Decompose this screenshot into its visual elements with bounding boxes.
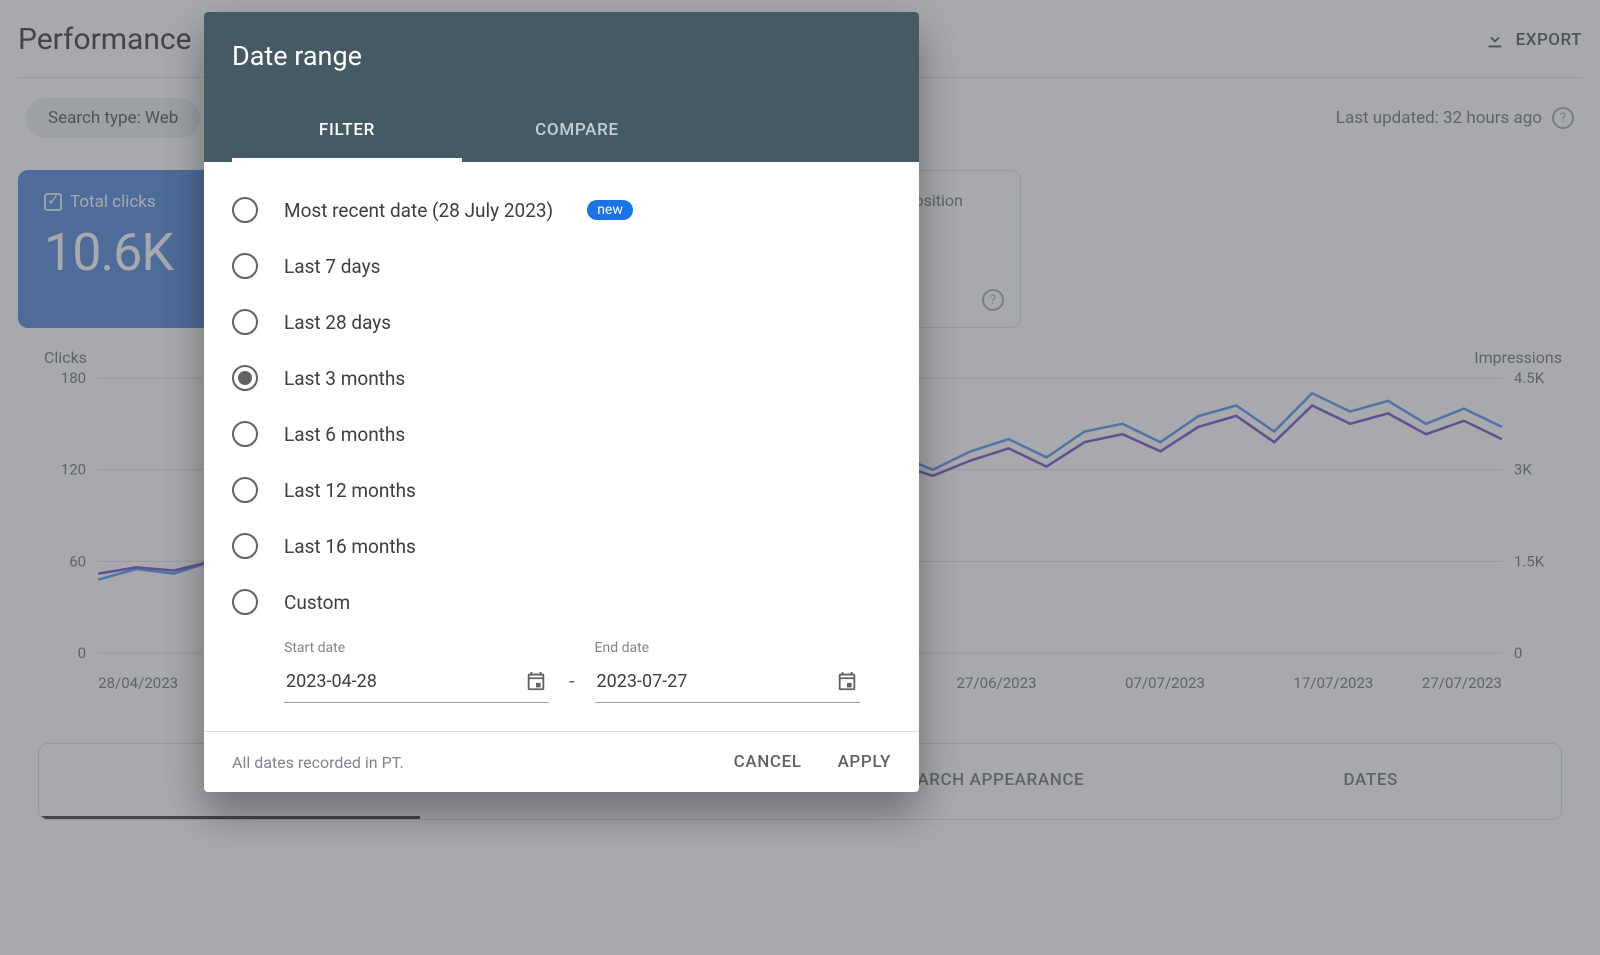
date-separator: -	[569, 669, 575, 703]
dialog-tabs: FILTER COMPARE	[232, 102, 891, 162]
dialog-header: Date range FILTER COMPARE	[204, 12, 919, 162]
date-option-16m[interactable]: Last 16 months	[232, 518, 891, 574]
date-option-6m[interactable]: Last 6 months	[232, 406, 891, 462]
tab-filter[interactable]: FILTER	[232, 102, 462, 162]
apply-button[interactable]: APPLY	[838, 752, 891, 772]
radio-icon	[232, 309, 258, 335]
option-label: Last 28 days	[284, 311, 391, 334]
dialog-title: Date range	[232, 40, 891, 72]
start-date-value: 2023-04-28	[286, 671, 377, 692]
option-label: Last 12 months	[284, 479, 416, 502]
date-option-28d[interactable]: Last 28 days	[232, 294, 891, 350]
radio-icon	[232, 197, 258, 223]
end-date-input[interactable]: 2023-07-27	[595, 664, 860, 703]
footer-note: All dates recorded in PT.	[232, 753, 404, 772]
date-option-7d[interactable]: Last 7 days	[232, 238, 891, 294]
start-date-label: Start date	[284, 640, 549, 656]
date-option-12m[interactable]: Last 12 months	[232, 462, 891, 518]
date-range-dialog: Date range FILTER COMPARE Most recent da…	[204, 12, 919, 792]
option-label: Custom	[284, 591, 350, 614]
radio-icon	[232, 477, 258, 503]
radio-icon	[232, 533, 258, 559]
custom-date-fields: Start date 2023-04-28 - End date 2023-07…	[204, 640, 919, 731]
date-option-custom[interactable]: Custom	[232, 574, 891, 630]
date-option-3m[interactable]: Last 3 months	[232, 350, 891, 406]
option-label: Most recent date (28 July 2023)	[284, 199, 553, 222]
option-label: Last 6 months	[284, 423, 405, 446]
option-label: Last 16 months	[284, 535, 416, 558]
radio-icon	[232, 589, 258, 615]
cancel-button[interactable]: CANCEL	[734, 752, 802, 772]
date-option-most_recent[interactable]: Most recent date (28 July 2023) new	[232, 182, 891, 238]
footer-buttons: CANCEL APPLY	[734, 752, 891, 772]
radio-icon	[232, 253, 258, 279]
start-date-field: Start date 2023-04-28	[284, 640, 549, 703]
start-date-input[interactable]: 2023-04-28	[284, 664, 549, 703]
calendar-icon	[836, 670, 858, 692]
tab-compare[interactable]: COMPARE	[462, 102, 692, 162]
radio-icon	[232, 365, 258, 391]
option-label: Last 3 months	[284, 367, 405, 390]
end-date-field: End date 2023-07-27	[595, 640, 860, 703]
option-label: Last 7 days	[284, 255, 380, 278]
calendar-icon	[525, 670, 547, 692]
end-date-label: End date	[595, 640, 860, 656]
dialog-footer: All dates recorded in PT. CANCEL APPLY	[204, 731, 919, 792]
radio-icon	[232, 421, 258, 447]
date-options-list: Most recent date (28 July 2023) new Last 7…	[204, 162, 919, 640]
end-date-value: 2023-07-27	[597, 671, 688, 692]
new-badge: new	[587, 200, 633, 220]
